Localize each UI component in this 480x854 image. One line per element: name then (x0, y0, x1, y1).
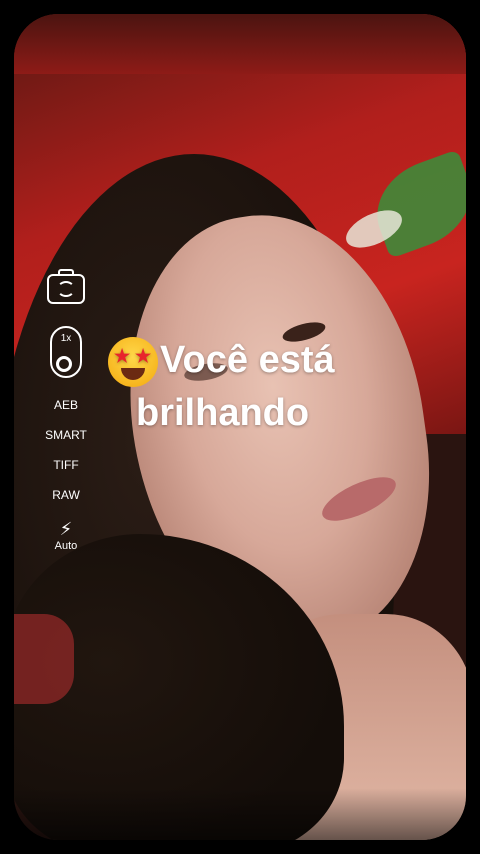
star-struck-emoji-icon: ★ ★ (108, 336, 158, 387)
mode-raw[interactable]: RAW (52, 488, 80, 502)
caption-line-1: Você está (160, 339, 335, 381)
mode-smart[interactable]: SMART (45, 428, 87, 442)
zoom-knob[interactable] (56, 356, 72, 372)
mode-tiff[interactable]: TIFF (53, 458, 78, 472)
flash-label: Auto (54, 540, 78, 552)
mode-aeb[interactable]: AEB (54, 398, 78, 412)
caption-line-2: brilhando (136, 391, 310, 434)
flip-camera-button[interactable] (36, 268, 96, 304)
camera-controls: 1x AEB SMART TIFF RAW ⚡︎ Auto (36, 268, 96, 552)
flash-button[interactable]: ⚡︎ Auto (36, 502, 96, 552)
zoom-control[interactable]: 1x (36, 304, 96, 378)
lightning-icon: ⚡︎ (59, 519, 73, 539)
caption-overlay: ★ ★ Você está brilhando (108, 334, 448, 439)
camera-flip-icon (47, 269, 85, 304)
zoom-label: 1x (60, 333, 72, 344)
